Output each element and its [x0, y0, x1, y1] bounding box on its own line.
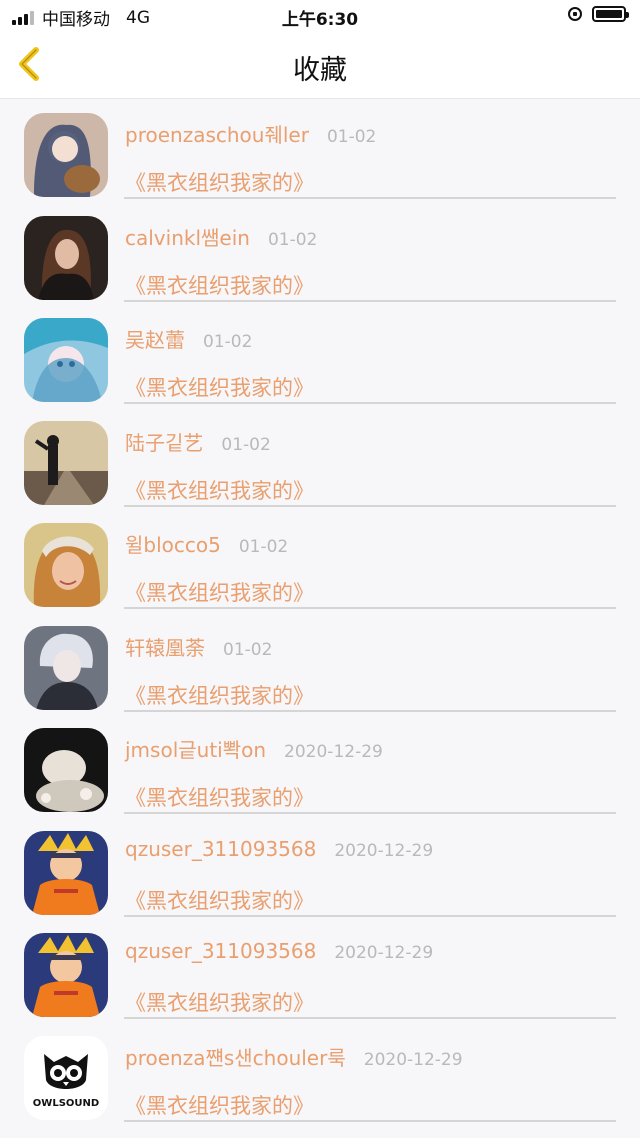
item-title[interactable]: 《黑衣组织我家的》 [125, 987, 314, 1017]
favorites-list: proenzaschou줴ler 01-02 《黑衣组织我家的》 calvinkl… [0, 99, 640, 1124]
item-date: 01-02 [267, 229, 318, 250]
owlsound-logo-text: OWLSOUND [33, 1098, 99, 1109]
list-item[interactable]: OWLSOUND proenza쨴s샌chouler룩 2020-12-29 《黑… [0, 1022, 640, 1125]
item-title[interactable]: 《黑衣组织我家的》 [125, 167, 314, 197]
divider [124, 402, 616, 404]
divider [124, 1017, 616, 1019]
item-title[interactable]: 《黑衣组织我家的》 [125, 1090, 314, 1120]
item-name: qzuser_311093568 2020-12-29 [125, 836, 434, 861]
item-date: 01-02 [221, 434, 271, 455]
item-name: proenza쨴s샌chouler룩 2020-12-29 [125, 1045, 463, 1070]
item-name: 轩辕凰荼 01-02 [125, 635, 273, 660]
item-date: 2020-12-29 [363, 1049, 463, 1070]
list-item[interactable]: calvinkl쌤ein 01-02 《黑衣组织我家的》 [0, 202, 640, 305]
list-item[interactable]: 陆子깉艺 01-02 《黑衣组织我家的》 [0, 407, 640, 510]
divider [124, 197, 616, 199]
item-date: 01-02 [203, 332, 253, 352]
divider [124, 607, 616, 609]
divider [124, 504, 616, 507]
item-name: calvinkl쌤ein 01-02 [125, 225, 318, 250]
list-item[interactable]: qzuser_311093568 2020-12-29 《黑衣组织我家的》 [0, 817, 640, 920]
list-item[interactable]: 吴赵蕾 01-02 《黑衣组织我家的》 [0, 304, 640, 407]
battery-icon [592, 6, 629, 22]
item-title[interactable]: 《黑衣组织我家的》 [125, 782, 314, 812]
item-title[interactable]: 《黑衣组织我家的》 [125, 270, 314, 300]
item-date: 2020-12-29 [284, 742, 383, 762]
avatar[interactable] [24, 113, 108, 197]
divider [124, 299, 616, 302]
item-date: 01-02 [223, 639, 273, 660]
item-title[interactable]: 《黑衣组织我家的》 [125, 372, 314, 402]
avatar[interactable] [24, 215, 108, 300]
status-right [568, 6, 629, 22]
avatar[interactable] [24, 318, 108, 402]
item-name: qzuser_311093568 2020-12-29 [125, 939, 434, 963]
divider [124, 709, 616, 712]
item-name: jmsol긑uti뽝on 2020-12-29 [125, 738, 383, 762]
nav-bar: 收藏 [0, 32, 640, 99]
item-name: 윌blocco5 01-02 [125, 533, 289, 557]
list-item[interactable]: qzuser_311093568 2020-12-29 《黑衣组织我家的》 [0, 919, 640, 1022]
status-bar: 中国移动 4G 上午6:30 [0, 0, 640, 32]
item-title[interactable]: 《黑衣组织我家的》 [125, 577, 314, 607]
avatar[interactable] [24, 420, 108, 505]
page-title: 收藏 [293, 55, 347, 86]
list-item[interactable]: 轩辕凰荼 01-02 《黑衣组织我家的》 [0, 612, 640, 715]
list-item[interactable]: jmsol긑uti뽝on 2020-12-29 《黑衣组织我家的》 [0, 714, 640, 817]
item-name: proenzaschou줴ler 01-02 [125, 123, 377, 147]
list-item[interactable]: 윌blocco5 01-02 《黑衣组织我家的》 [0, 509, 640, 612]
divider [124, 812, 616, 814]
avatar[interactable] [24, 728, 108, 812]
avatar[interactable] [24, 625, 108, 710]
avatar[interactable]: OWLSOUND [24, 1035, 108, 1120]
item-date: 01-02 [238, 537, 289, 557]
divider [124, 914, 616, 917]
avatar[interactable] [24, 933, 108, 1017]
item-title[interactable]: 《黑衣组织我家的》 [125, 680, 314, 710]
rotation-lock-icon [568, 7, 582, 21]
divider [124, 1119, 616, 1122]
item-date: 2020-12-29 [334, 943, 434, 963]
avatar[interactable] [24, 523, 108, 607]
item-name: 陆子깉艺 01-02 [125, 430, 271, 455]
item-date: 01-02 [326, 127, 377, 147]
item-date: 2020-12-29 [334, 840, 434, 861]
item-title[interactable]: 《黑衣组织我家的》 [125, 475, 314, 505]
item-name: 吴赵蕾 01-02 [125, 328, 253, 352]
avatar[interactable] [24, 830, 108, 915]
item-title[interactable]: 《黑衣组织我家的》 [125, 885, 314, 915]
status-time: 上午6:30 [281, 10, 359, 30]
list-item[interactable]: proenzaschou줴ler 01-02 《黑衣组织我家的》 [0, 99, 640, 202]
